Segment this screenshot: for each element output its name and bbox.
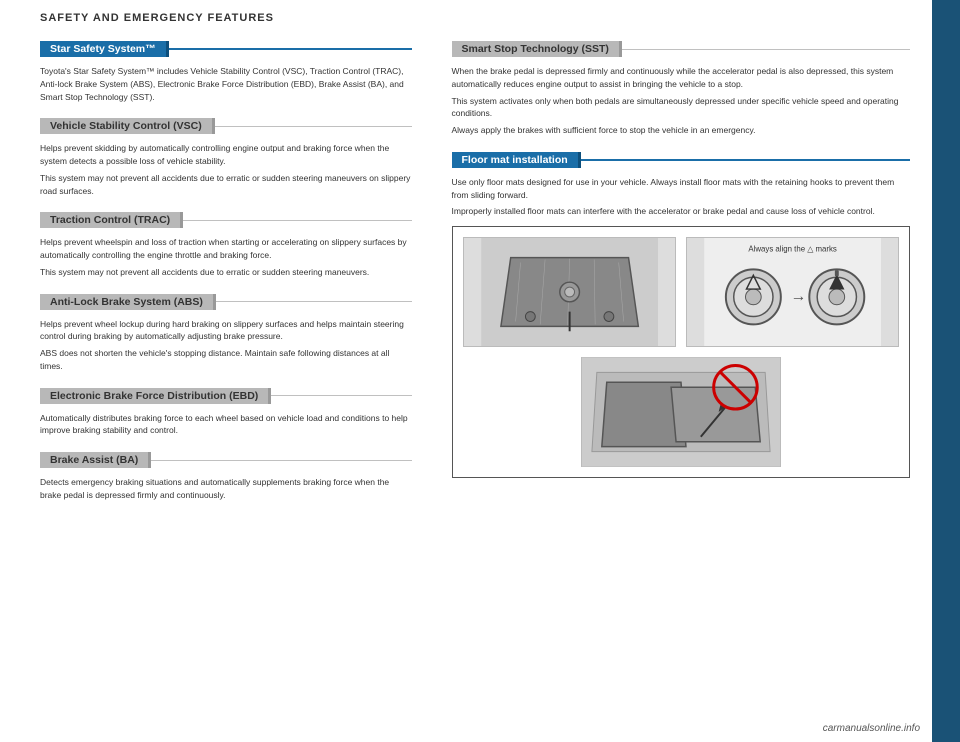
section-bar-ba: Brake Assist (BA) [40,449,412,471]
section-line-ebd [271,395,411,396]
watermark: carmanualsonline.info [823,723,920,734]
right-sidebar [932,0,960,742]
section-label-vsc: Vehicle Stability Control (VSC) [40,118,215,134]
section-line-star-safety [169,48,412,50]
section-bar-abs: Anti-Lock Brake System (ABS) [40,291,412,313]
section-bar-trac: Traction Control (TRAC) [40,209,412,231]
svg-text:Always align the △ marks: Always align the △ marks [748,245,837,254]
main-content: Star Safety System™ Toyota's Star Safety… [0,30,960,742]
page-title: SAFETY AND EMERGENCY FEATURES [40,12,274,24]
section-text-vsc: Helps prevent skidding by automatically … [40,142,412,168]
floor-mat-image-bottom [581,357,781,467]
floor-mat-images-row: Always align the △ marks → [463,237,900,347]
svg-text:→: → [790,288,806,305]
floor-mat-image-right: Always align the △ marks → [686,237,899,347]
floor-mat-image-left [463,237,676,347]
section-line-abs [216,301,412,302]
section-text-sst: When the brake pedal is depressed firmly… [452,65,911,91]
section-label-star-safety: Star Safety System™ [40,41,169,57]
floor-mat-illustration-box: Always align the △ marks → [452,226,911,478]
section-label-ebd: Electronic Brake Force Distribution (EBD… [40,388,271,404]
section-line-vsc [215,126,412,127]
section-text-floor-mat2: Improperly installed floor mats can inte… [452,205,911,218]
section-bar-sst: Smart Stop Technology (SST) [452,38,911,60]
section-line-ba [151,460,411,461]
section-text-vsc2: This system may not prevent all accident… [40,172,412,198]
section-text-abs: Helps prevent wheel lockup during hard b… [40,318,412,344]
section-line-trac [183,220,411,221]
section-bar-floor-mat: Floor mat installation [452,149,911,171]
floor-mat-image-bottom-wrapper [463,357,900,467]
page: SAFETY AND EMERGENCY FEATURES Star Safet… [0,0,960,742]
section-text-ba: Detects emergency braking situations and… [40,476,412,502]
section-label-trac: Traction Control (TRAC) [40,212,183,228]
section-text-ebd: Automatically distributes braking force … [40,412,412,438]
right-column: Smart Stop Technology (SST) When the bra… [432,30,911,742]
section-label-ba: Brake Assist (BA) [40,452,151,468]
section-label-abs: Anti-Lock Brake System (ABS) [40,294,216,310]
section-bar-star-safety: Star Safety System™ [40,38,412,60]
section-line-floor-mat [581,159,910,161]
section-text-floor-mat: Use only floor mats designed for use in … [452,176,911,202]
left-column: Star Safety System™ Toyota's Star Safety… [40,30,432,742]
section-bar-ebd: Electronic Brake Force Distribution (EBD… [40,385,412,407]
section-label-floor-mat: Floor mat installation [452,152,581,168]
section-line-sst [622,49,910,50]
section-text-trac2: This system may not prevent all accident… [40,266,412,279]
section-text-sst2: This system activates only when both ped… [452,95,911,121]
section-text-trac: Helps prevent wheelspin and loss of trac… [40,236,412,262]
section-text-abs2: ABS does not shorten the vehicle's stopp… [40,347,412,373]
section-text-star-safety: Toyota's Star Safety System™ includes Ve… [40,65,412,103]
section-text-sst3: Always apply the brakes with sufficient … [452,124,911,137]
section-bar-vsc: Vehicle Stability Control (VSC) [40,115,412,137]
section-label-sst: Smart Stop Technology (SST) [452,41,622,57]
page-header: SAFETY AND EMERGENCY FEATURES [0,0,960,30]
